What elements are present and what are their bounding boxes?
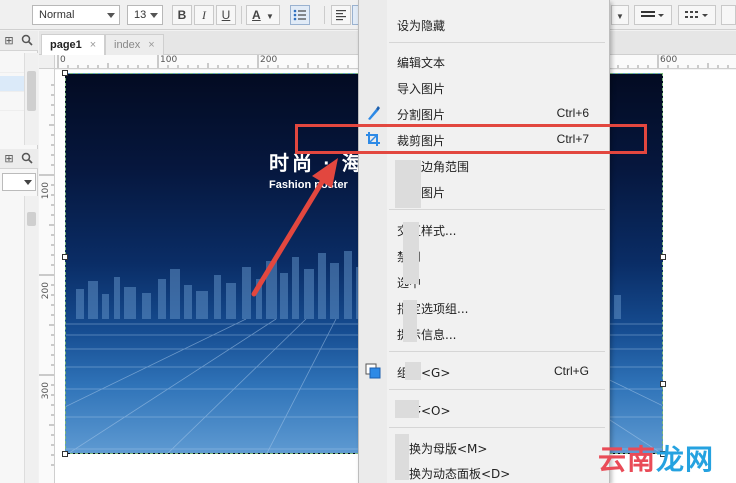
highlight-box (295, 124, 647, 154)
menu-item-label: 编辑文本 (397, 56, 446, 70)
group-icon (365, 363, 381, 379)
redaction-blur (395, 400, 419, 418)
redaction-blur (405, 362, 421, 380)
redaction-blur (395, 434, 409, 480)
menu-item-label: 分割图片 (397, 108, 446, 122)
menu-item-label: 导入图片 (397, 82, 446, 96)
menu-item-label: 设为隐藏 (397, 19, 446, 33)
menu-item-interaction-styles[interactable]: 交互样式... (359, 217, 609, 243)
watermark-text: 云南 (598, 443, 657, 476)
split-image-icon (368, 106, 380, 120)
menu-item-shortcut: Ctrl+G (553, 364, 589, 378)
menu-item-import-image[interactable]: 导入图片 (359, 75, 609, 101)
menu-item-option-group[interactable]: 指定选项组... (359, 295, 609, 321)
menu-item-label: 转换为动态面板<D> (397, 467, 511, 481)
menu-item-tooltip[interactable]: 提示信息... (359, 321, 609, 347)
app-window: Normal 13 B I U A ▼ ▼ ⊞ ⊞ page1 × index … (0, 0, 736, 483)
redaction-blur (403, 300, 417, 342)
menu-item-label: 转换为母版<M> (397, 442, 488, 456)
menu-separator (389, 209, 605, 210)
menu-separator (389, 42, 605, 43)
redaction-blur (403, 222, 419, 284)
watermark-text: 龙网 (656, 443, 715, 476)
menu-separator (389, 427, 605, 428)
menu-item-select[interactable]: 选中 (359, 269, 609, 295)
menu-item-group[interactable]: 组合<G> Ctrl+G (359, 359, 609, 385)
menu-item-edit-text[interactable]: 编辑文本 (359, 49, 609, 75)
menu-separator (389, 389, 605, 390)
menu-item-set-hidden[interactable]: 设为隐藏 (359, 12, 609, 38)
watermark: 云南龙网 (598, 438, 714, 478)
menu-item-shortcut: Ctrl+6 (556, 106, 589, 120)
menu-item-disable[interactable]: 禁用 (359, 243, 609, 269)
redaction-blur (395, 160, 421, 208)
menu-separator (389, 351, 605, 352)
context-menu: 设为隐藏 编辑文本 导入图片 分割图片 Ctrl+6 裁剪图片 Ctrl+7 固… (358, 0, 610, 483)
